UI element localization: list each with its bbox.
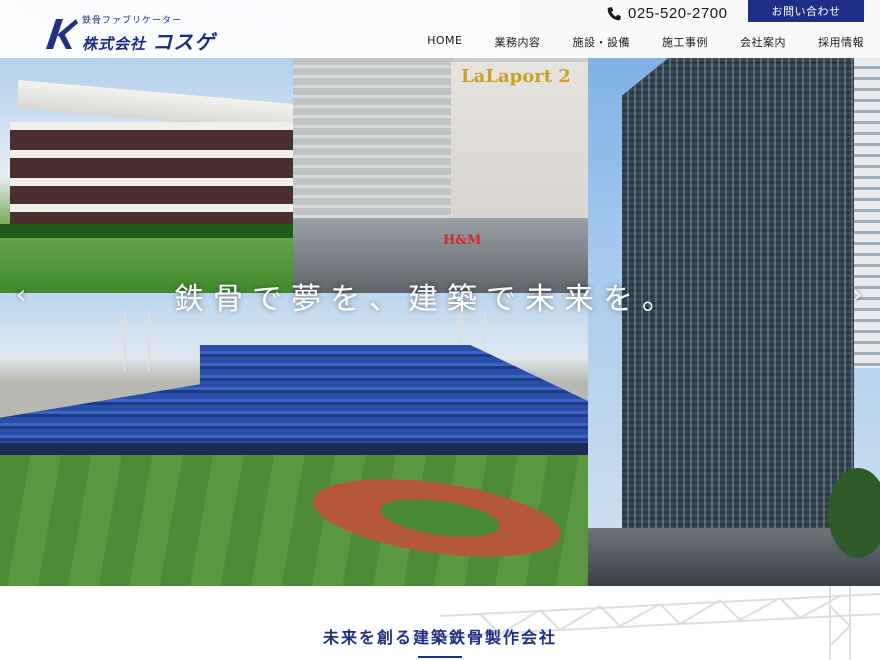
company-logo-icon	[46, 19, 78, 49]
site-header: 鉄骨ファブリケーター 株式会社 コスゲ 025-520-2700 お問い合わせ …	[0, 0, 880, 58]
title-underline	[418, 656, 462, 658]
phone-link[interactable]: 025-520-2700	[606, 5, 727, 22]
nav-services[interactable]: 業務内容	[495, 34, 541, 50]
contact-button[interactable]: お問い合わせ	[748, 0, 864, 22]
brand-prefix: 株式会社	[82, 35, 147, 53]
section-title: 未来を創る建築鉄骨製作会社	[322, 628, 557, 647]
brand-tagline: 鉄骨ファブリケーター	[82, 16, 183, 26]
nav-company[interactable]: 会社案内	[740, 34, 786, 50]
intro-section: 未来を創る建築鉄骨製作会社	[0, 586, 880, 660]
mall-sign: LaLaport 2	[461, 66, 571, 87]
nav-facilities[interactable]: 施設・設備	[573, 34, 631, 50]
steel-truss-decoration	[440, 586, 880, 660]
brand-name: 株式会社 コスゲ	[82, 26, 215, 55]
chevron-right-icon[interactable]: ›	[846, 280, 868, 310]
hero-image-mall: LaLaport 2 H&M	[293, 58, 588, 293]
nav-works[interactable]: 施工事例	[662, 34, 708, 50]
hero-tagline: 鉄骨で夢を、建築で未来を。	[174, 282, 681, 317]
nav-recruit[interactable]: 採用情報	[818, 34, 864, 50]
hero-image-tower	[588, 58, 880, 586]
hero-image-stadium	[0, 293, 588, 586]
phone-number: 025-520-2700	[628, 5, 728, 22]
store-sign: H&M	[443, 233, 482, 248]
main-nav: HOME 業務内容 施設・設備 施工事例 会社案内 採用情報	[395, 34, 864, 50]
phone-icon	[607, 6, 621, 20]
brand-logo[interactable]: 鉄骨ファブリケーター 株式会社 コスゲ	[46, 13, 215, 55]
brand-name-main: コスゲ	[152, 30, 216, 54]
nav-home[interactable]: HOME	[427, 34, 462, 50]
chevron-left-icon[interactable]: ‹	[10, 280, 32, 310]
